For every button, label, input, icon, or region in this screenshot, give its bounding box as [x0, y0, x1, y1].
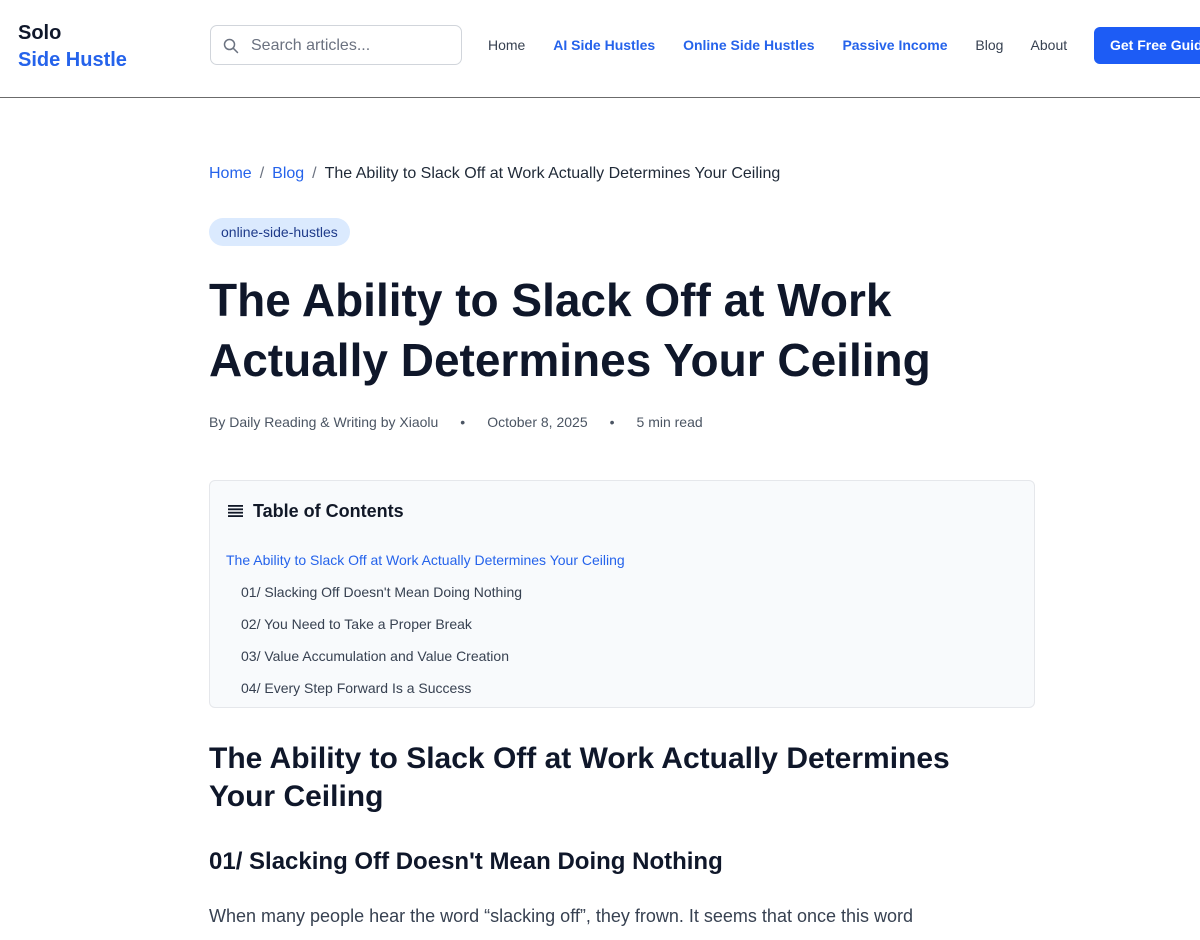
- nav-passive-income[interactable]: Passive Income: [842, 37, 947, 53]
- meta-separator: •: [460, 414, 466, 430]
- breadcrumb: Home / Blog / The Ability to Slack Off at Wo…: [209, 165, 780, 183]
- toc-list: The Ability to Slack Off at Work Actuall…: [226, 544, 625, 704]
- toc-item[interactable]: 04/ Every Step Forward Is a Success: [226, 672, 625, 704]
- breadcrumb-current: The Ability to Slack Off at Work Actuall…: [324, 165, 781, 182]
- table-of-contents: Table of Contents The Ability to Slack O…: [209, 480, 1035, 708]
- nav-blog[interactable]: Blog: [975, 37, 1003, 53]
- toc-heading: Table of Contents: [228, 501, 404, 522]
- toc-heading-text: Table of Contents: [253, 501, 404, 521]
- site-logo[interactable]: Solo Side Hustle: [18, 20, 127, 74]
- article-meta: By Daily Reading & Writing by Xiaolu • Oct…: [209, 414, 703, 430]
- nav-ai-side-hustles[interactable]: AI Side Hustles: [553, 37, 655, 53]
- search-input[interactable]: [249, 34, 453, 58]
- article-author: By Daily Reading & Writing by Xiaolu: [209, 414, 439, 430]
- section-heading: The Ability to Slack Off at Work Actuall…: [209, 742, 950, 813]
- toc-item[interactable]: 03/ Value Accumulation and Value Creatio…: [226, 640, 625, 672]
- article-title: The Ability to Slack Off at Work Actuall…: [209, 274, 931, 386]
- category-tag[interactable]: online-side-hustles: [209, 218, 350, 246]
- logo-line-1: Solo: [18, 22, 62, 44]
- search-icon: [223, 38, 239, 54]
- breadcrumb-separator: /: [259, 165, 265, 182]
- breadcrumb-home[interactable]: Home: [209, 165, 252, 182]
- meta-separator: •: [609, 414, 615, 430]
- logo-line-2: Side Hustle: [18, 49, 127, 71]
- article-read-time: 5 min read: [636, 414, 703, 430]
- list-icon: [228, 505, 243, 517]
- breadcrumb-separator: /: [312, 165, 317, 182]
- nav-about[interactable]: About: [1031, 37, 1068, 53]
- subsection-heading: 01/ Slacking Off Doesn't Mean Doing Noth…: [209, 848, 723, 875]
- article-date: October 8, 2025: [487, 414, 588, 430]
- main-nav: Home AI Side Hustles Online Side Hustles…: [488, 37, 1091, 53]
- get-free-guide-button[interactable]: Get Free Guide: [1094, 27, 1200, 64]
- toc-item[interactable]: The Ability to Slack Off at Work Actuall…: [226, 544, 625, 576]
- nav-online-side-hustles[interactable]: Online Side Hustles: [683, 37, 814, 53]
- nav-home[interactable]: Home: [488, 37, 525, 53]
- article-paragraph: When many people hear the word “slacking…: [209, 906, 914, 926]
- toc-item[interactable]: 01/ Slacking Off Doesn't Mean Doing Noth…: [226, 576, 625, 608]
- breadcrumb-blog[interactable]: Blog: [272, 165, 304, 182]
- search-box[interactable]: [210, 25, 462, 65]
- toc-item[interactable]: 02/ You Need to Take a Proper Break: [226, 608, 625, 640]
- site-header: Solo Side Hustle Home AI Side Hustles On…: [0, 0, 1200, 98]
